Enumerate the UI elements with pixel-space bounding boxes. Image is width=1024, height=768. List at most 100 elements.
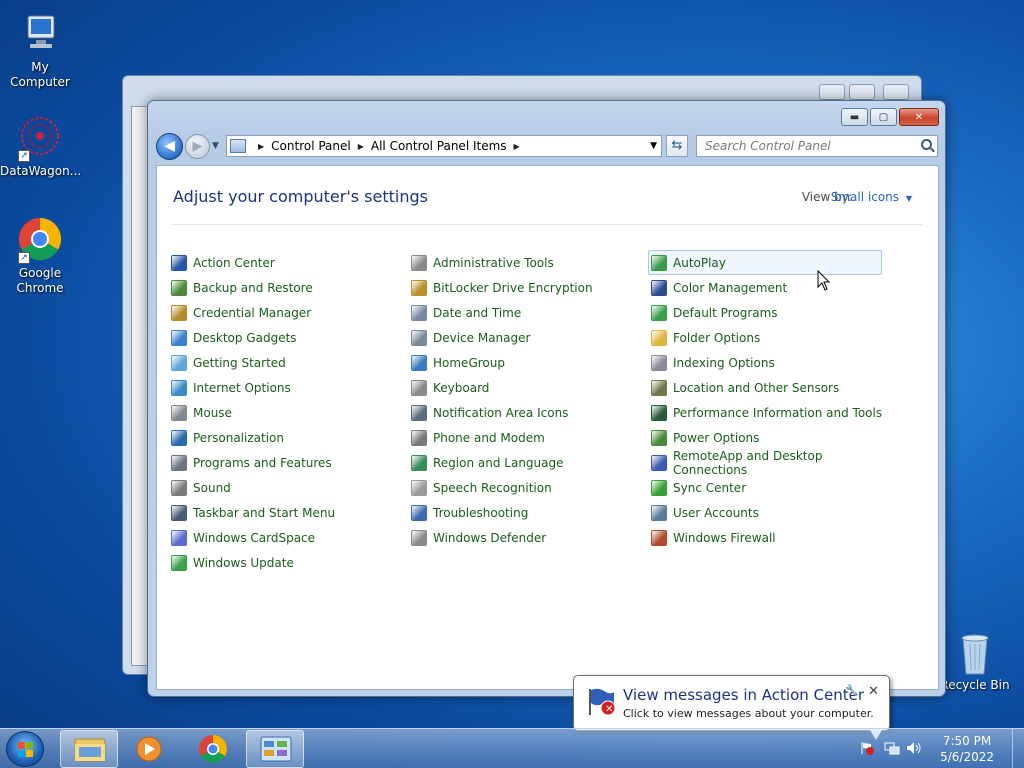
cp-item-notification-area-icons[interactable]: Notification Area Icons bbox=[411, 400, 647, 425]
cp-item-label[interactable]: Notification Area Icons bbox=[433, 406, 568, 420]
notification-title[interactable]: View messages in Action Center bbox=[623, 686, 864, 704]
forward-button[interactable]: ▶ bbox=[185, 134, 210, 159]
cp-item-label[interactable]: Location and Other Sensors bbox=[673, 381, 839, 395]
back-maximize-button[interactable] bbox=[849, 84, 875, 100]
taskbar-chrome-button[interactable] bbox=[184, 730, 242, 768]
cp-item-user-accounts[interactable]: User Accounts bbox=[651, 500, 887, 525]
cp-item-label[interactable]: Credential Manager bbox=[193, 306, 311, 320]
cp-item-label[interactable]: Administrative Tools bbox=[433, 256, 554, 270]
cp-item-label[interactable]: HomeGroup bbox=[433, 356, 505, 370]
cp-item-device-manager[interactable]: Device Manager bbox=[411, 325, 647, 350]
cp-item-label[interactable]: Action Center bbox=[193, 256, 275, 270]
cp-item-label[interactable]: Windows CardSpace bbox=[193, 531, 315, 545]
cp-item-label[interactable]: Windows Firewall bbox=[673, 531, 776, 545]
cp-item-region-and-language[interactable]: Region and Language bbox=[411, 450, 647, 475]
cp-item-label[interactable]: Device Manager bbox=[433, 331, 530, 345]
cp-item-sync-center[interactable]: Sync Center bbox=[651, 475, 887, 500]
address-bar[interactable]: ▶ Control Panel ▶ All Control Panel Item… bbox=[226, 135, 662, 157]
cp-item-label[interactable]: Personalization bbox=[193, 431, 284, 445]
cp-item-label[interactable]: Performance Information and Tools bbox=[673, 406, 882, 420]
breadcrumb-all-items[interactable]: All Control Panel Items bbox=[371, 139, 507, 153]
cp-item-label[interactable]: Keyboard bbox=[433, 381, 489, 395]
cp-item-internet-options[interactable]: Internet Options bbox=[171, 375, 407, 400]
cp-item-label[interactable]: Default Programs bbox=[673, 306, 778, 320]
cp-item-performance-information-and-tools[interactable]: Performance Information and Tools bbox=[651, 400, 887, 425]
search-input[interactable]: Search Control Panel bbox=[696, 135, 938, 157]
maximize-button[interactable]: ▢ bbox=[870, 108, 897, 126]
cp-item-phone-and-modem[interactable]: Phone and Modem bbox=[411, 425, 647, 450]
chevron-down-icon[interactable]: ▼ bbox=[650, 141, 657, 151]
desktop-icon-google-chrome[interactable]: ↗ Google Chrome bbox=[0, 216, 80, 296]
cp-item-indexing-options[interactable]: Indexing Options bbox=[651, 350, 887, 375]
cp-item-color-management[interactable]: Color Management bbox=[651, 275, 887, 300]
network-icon[interactable] bbox=[884, 741, 900, 755]
cp-item-label[interactable]: Sync Center bbox=[673, 481, 746, 495]
breadcrumb-control-panel[interactable]: Control Panel bbox=[271, 139, 351, 153]
action-center-tray-icon[interactable] bbox=[860, 741, 874, 755]
cp-item-label[interactable]: BitLocker Drive Encryption bbox=[433, 281, 593, 295]
cp-item-autoplay[interactable]: AutoPlay bbox=[648, 250, 882, 275]
cp-item-sound[interactable]: Sound bbox=[171, 475, 407, 500]
cp-item-label[interactable]: Internet Options bbox=[193, 381, 291, 395]
view-by-value[interactable]: Small icons bbox=[831, 190, 899, 204]
cp-item-label[interactable]: Phone and Modem bbox=[433, 431, 545, 445]
cp-item-programs-and-features[interactable]: Programs and Features bbox=[171, 450, 407, 475]
start-button[interactable] bbox=[6, 731, 44, 767]
cp-item-label[interactable]: Taskbar and Start Menu bbox=[193, 506, 335, 520]
volume-icon[interactable] bbox=[906, 741, 922, 755]
desktop-icon-recycle-bin[interactable]: Recycle Bin bbox=[935, 630, 1015, 693]
cp-item-label[interactable]: Power Options bbox=[673, 431, 759, 445]
cp-item-label[interactable]: Speech Recognition bbox=[433, 481, 552, 495]
cp-item-troubleshooting[interactable]: Troubleshooting bbox=[411, 500, 647, 525]
recent-pages-dropdown[interactable]: ▼ bbox=[212, 141, 219, 151]
chevron-right-icon[interactable]: ▶ bbox=[514, 142, 520, 151]
cp-item-label[interactable]: Troubleshooting bbox=[433, 506, 528, 520]
cp-item-label[interactable]: Sound bbox=[193, 481, 231, 495]
cp-item-homegroup[interactable]: HomeGroup bbox=[411, 350, 647, 375]
cp-item-speech-recognition[interactable]: Speech Recognition bbox=[411, 475, 647, 500]
taskbar-media-player-button[interactable] bbox=[120, 730, 178, 768]
cp-item-folder-options[interactable]: Folder Options bbox=[651, 325, 887, 350]
back-minimize-button[interactable] bbox=[819, 84, 845, 100]
cp-item-backup-and-restore[interactable]: Backup and Restore bbox=[171, 275, 407, 300]
back-button[interactable]: ◀ bbox=[156, 133, 183, 160]
action-center-notification[interactable]: ✕ View messages in Action Center Click t… bbox=[573, 675, 890, 731]
back-close-button[interactable] bbox=[883, 84, 909, 100]
refresh-button[interactable]: ⇆ bbox=[666, 135, 688, 157]
chevron-right-icon[interactable]: ▶ bbox=[358, 142, 364, 151]
chevron-right-icon[interactable]: ▶ bbox=[258, 142, 264, 151]
cp-item-label[interactable]: Backup and Restore bbox=[193, 281, 313, 295]
minimize-button[interactable]: ▬ bbox=[841, 108, 868, 126]
notification-body[interactable]: Click to view messages about your comput… bbox=[623, 707, 874, 720]
cp-item-power-options[interactable]: Power Options bbox=[651, 425, 887, 450]
cp-item-label[interactable]: Folder Options bbox=[673, 331, 760, 345]
cp-item-label[interactable]: Mouse bbox=[193, 406, 232, 420]
close-button[interactable]: ✕ bbox=[899, 108, 939, 126]
cp-item-label[interactable]: Color Management bbox=[673, 281, 787, 295]
cp-item-label[interactable]: AutoPlay bbox=[673, 256, 726, 270]
cp-item-label[interactable]: Desktop Gadgets bbox=[193, 331, 297, 345]
chevron-down-icon[interactable]: ▼ bbox=[906, 194, 912, 203]
cp-item-label[interactable]: Windows Defender bbox=[433, 531, 546, 545]
cp-item-label[interactable]: Getting Started bbox=[193, 356, 286, 370]
cp-item-label[interactable]: Date and Time bbox=[433, 306, 521, 320]
cp-item-windows-cardspace[interactable]: Windows CardSpace bbox=[171, 525, 407, 550]
wrench-icon[interactable]: 🔧 bbox=[845, 684, 859, 697]
cp-item-personalization[interactable]: Personalization bbox=[171, 425, 407, 450]
cp-item-action-center[interactable]: Action Center bbox=[171, 250, 407, 275]
cp-item-windows-firewall[interactable]: Windows Firewall bbox=[651, 525, 887, 550]
show-desktop-button[interactable] bbox=[1012, 729, 1024, 768]
cp-item-windows-defender[interactable]: Windows Defender bbox=[411, 525, 647, 550]
cp-item-label[interactable]: Programs and Features bbox=[193, 456, 332, 470]
cp-item-label[interactable]: Indexing Options bbox=[673, 356, 775, 370]
cp-item-label[interactable]: RemoteApp and Desktop Connections bbox=[673, 449, 887, 477]
cp-item-remoteapp-and-desktop-connections[interactable]: RemoteApp and Desktop Connections bbox=[651, 449, 887, 477]
close-icon[interactable]: ✕ bbox=[868, 684, 879, 699]
cp-item-mouse[interactable]: Mouse bbox=[171, 400, 407, 425]
cp-item-default-programs[interactable]: Default Programs bbox=[651, 300, 887, 325]
cp-item-credential-manager[interactable]: Credential Manager bbox=[171, 300, 407, 325]
desktop-icon-datawagon[interactable]: ↗ DataWagon... bbox=[0, 114, 81, 179]
cp-item-keyboard[interactable]: Keyboard bbox=[411, 375, 647, 400]
cp-item-getting-started[interactable]: Getting Started bbox=[171, 350, 407, 375]
cp-item-desktop-gadgets[interactable]: Desktop Gadgets bbox=[171, 325, 407, 350]
